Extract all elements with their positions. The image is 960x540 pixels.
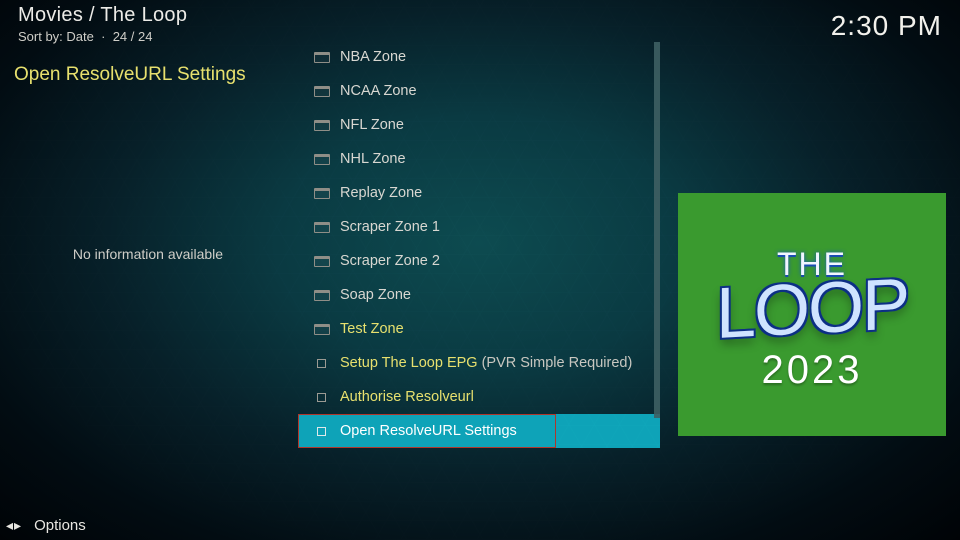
program-icon (317, 359, 326, 368)
list-scrollbar[interactable] (654, 42, 660, 418)
folder-icon (314, 324, 330, 335)
list-item-label: Authorise Resolveurl (340, 389, 474, 405)
program-icon (317, 427, 326, 436)
poster-line-year: 2023 (762, 348, 863, 393)
sort-prefix: Sort by: (18, 29, 66, 44)
list-item[interactable]: Test Zone (298, 312, 660, 346)
list-item-extra: (PVR Simple Required) (482, 355, 633, 371)
list-item[interactable]: NCAA Zone (298, 74, 660, 108)
list-item-label: Replay Zone (340, 185, 422, 201)
folder-icon (314, 256, 330, 267)
no-information-label: No information available (0, 246, 296, 262)
dot-separator: · (98, 29, 113, 44)
list-item[interactable]: Soap Zone (298, 278, 660, 312)
folder-icon (314, 290, 330, 301)
list-item[interactable]: NHL Zone (298, 142, 660, 176)
options-arrows-icon: ◂▸ (6, 517, 22, 534)
list-item-label: NCAA Zone (340, 83, 417, 99)
addon-poster: THE LOOP 2023 (678, 193, 946, 436)
item-count: 24 / 24 (113, 29, 153, 44)
folder-icon (314, 120, 330, 131)
list-item[interactable]: NFL Zone (298, 108, 660, 142)
folder-icon (314, 154, 330, 165)
folder-icon (314, 188, 330, 199)
list-item[interactable]: Authorise Resolveurl (298, 380, 660, 414)
list-item-label: Open ResolveURL Settings (340, 423, 517, 439)
sort-field: Date (66, 29, 93, 44)
list-item-label: Setup The Loop EPG (340, 355, 478, 371)
page-title: Open ResolveURL Settings (14, 64, 282, 86)
list-item[interactable]: Scraper Zone 1 (298, 210, 660, 244)
list-item[interactable]: Replay Zone (298, 176, 660, 210)
list-item-label: NFL Zone (340, 117, 404, 133)
list-item-label: Scraper Zone 2 (340, 253, 440, 269)
options-button[interactable]: Options (34, 517, 86, 534)
list-item-label: Test Zone (340, 321, 404, 337)
list-item-label: Soap Zone (340, 287, 411, 303)
clock: 2:30 PM (831, 10, 942, 42)
list-item-label: NBA Zone (340, 49, 406, 65)
breadcrumb: Movies / The Loop (18, 4, 942, 27)
poster-line-loop: LOOP (716, 272, 908, 347)
list-item-label: NHL Zone (340, 151, 406, 167)
list-item[interactable]: Scraper Zone 2 (298, 244, 660, 278)
program-icon (317, 393, 326, 402)
list-item-label: Scraper Zone 1 (340, 219, 440, 235)
folder-icon (314, 86, 330, 97)
list-item[interactable]: Setup The Loop EPG (PVR Simple Required) (298, 346, 660, 380)
folder-icon (314, 222, 330, 233)
list-item[interactable]: NBA Zone (298, 40, 660, 74)
list-item[interactable]: Open ResolveURL Settings (298, 414, 556, 448)
folder-icon (314, 52, 330, 63)
directory-list[interactable]: NBA Zone NCAA Zone NFL Zone NHL Zone Replay … (298, 40, 660, 448)
